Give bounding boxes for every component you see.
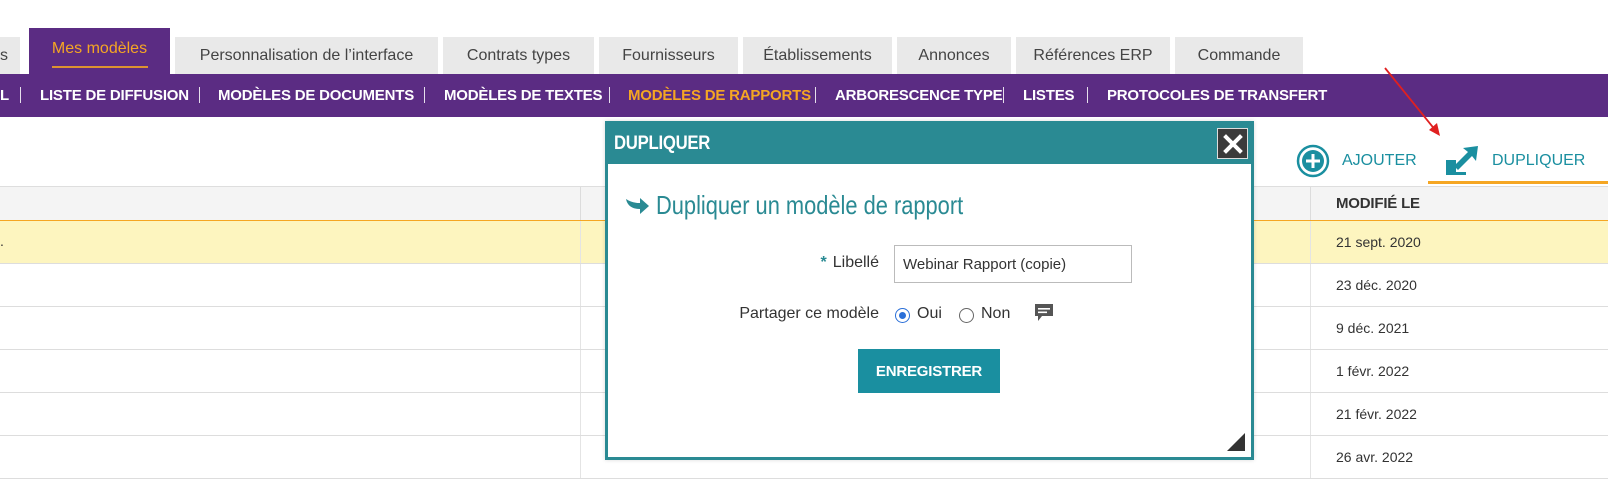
resize-handle-icon[interactable] [1227,433,1245,451]
annotation-arrow-icon [1384,67,1440,136]
column-divider [580,436,581,478]
row-modified-date: 26 avr. 2022 [1336,449,1414,465]
share-label: Partager ce modèle [739,305,879,322]
label-field-label: * Libellé [821,254,880,272]
arrow-right-icon [626,197,649,214]
sub-navigation: L LISTE DE DIFFUSION MODÈLES DE DOCUMENT… [0,74,1608,117]
subnav-item-modeles-documents[interactable]: MODÈLES DE DOCUMENTS [218,74,414,117]
tab-active-indicator [51,66,148,68]
subnav-item-arborescence-type[interactable]: ARBORESCENCE TYPE [835,74,1003,117]
duplicate-button[interactable]: DUPLIQUER [1444,140,1585,182]
share-no-label[interactable]: Non [981,305,1010,323]
column-divider [1310,221,1311,263]
column-divider [580,221,581,263]
duplicate-active-indicator [1428,181,1608,184]
label-field-text: Libellé [832,254,879,271]
close-button[interactable] [1217,128,1248,159]
close-icon [1222,133,1243,154]
share-yes-radio[interactable] [895,308,910,323]
column-divider [580,187,581,220]
column-header-modified[interactable]: MODIFIÉ LE [1336,195,1420,212]
share-no-radio[interactable] [959,308,974,323]
subnav-separator [815,87,816,103]
tab-annonces[interactable]: Annonces [897,37,1011,74]
column-divider [580,264,581,306]
column-divider [1310,436,1311,478]
tab-etablissements[interactable]: Établissements [743,37,892,74]
row-name-fragment: . [0,233,4,249]
required-marker: * [820,254,827,271]
subnav-separator [20,87,21,103]
add-button[interactable]: AJOUTER [1296,140,1417,182]
dialog-header: DUPLIQUER [608,124,1251,164]
row-modified-date: 21 sept. 2020 [1336,234,1421,250]
duplicate-icon [1444,146,1480,176]
subnav-item-liste-diffusion[interactable]: LISTE DE DIFFUSION [40,74,189,117]
subnav-item-protocoles-transfert[interactable]: PROTOCOLES DE TRANSFERT [1107,74,1327,117]
dialog-heading: Dupliquer un modèle de rapport [624,190,1022,221]
duplicate-button-label: DUPLIQUER [1492,152,1586,169]
column-divider [580,350,581,392]
subnav-separator [1003,87,1004,103]
add-button-label: AJOUTER [1342,152,1417,169]
subnav-separator [609,87,610,103]
row-modified-date: 9 déc. 2021 [1336,320,1410,336]
column-divider [580,307,581,349]
subnav-item-listes[interactable]: LISTES [1023,74,1075,117]
row-modified-date: 23 déc. 2020 [1336,277,1417,293]
subnav-separator [199,87,200,103]
label-input[interactable] [894,245,1132,283]
main-tabs: s Mes modèles Personnalisation de l’inte… [0,0,1608,74]
row-modified-date: 21 févr. 2022 [1336,406,1417,422]
tab-previous[interactable]: s [0,37,20,74]
column-divider [1310,350,1311,392]
comment-icon[interactable] [1033,302,1055,324]
tab-commande[interactable]: Commande [1175,37,1303,74]
tab-mes-modeles-label: Mes modèles [51,40,148,57]
column-divider [1310,307,1311,349]
column-divider [580,393,581,435]
subnav-item-modeles-textes[interactable]: MODÈLES DE TEXTES [444,74,602,117]
plus-circle-icon [1296,144,1330,178]
tab-mes-modeles[interactable]: Mes modèles [29,28,170,74]
dialog-heading-text: Dupliquer un modèle de rapport [656,190,964,220]
column-divider [1310,187,1311,220]
column-divider [1310,393,1311,435]
subnav-item-modeles-rapports[interactable]: MODÈLES DE RAPPORTS [628,74,811,117]
subnav-item-previous[interactable]: L [0,74,9,117]
tab-fournisseurs[interactable]: Fournisseurs [599,37,738,74]
subnav-separator [1087,87,1088,103]
tab-personnalisation[interactable]: Personnalisation de l’interface [175,37,438,74]
column-divider [1310,264,1311,306]
tab-contrats-types[interactable]: Contrats types [443,37,594,74]
row-modified-date: 1 févr. 2022 [1336,363,1410,379]
duplicate-dialog: DUPLIQUER Dupliquer un modèle de rapport… [605,121,1254,460]
dialog-title: DUPLIQUER [614,133,711,154]
save-button[interactable]: ENREGISTRER [858,349,1000,393]
share-yes-label[interactable]: Oui [917,305,942,323]
tab-references-erp[interactable]: Références ERP [1016,37,1170,74]
subnav-separator [424,87,425,103]
